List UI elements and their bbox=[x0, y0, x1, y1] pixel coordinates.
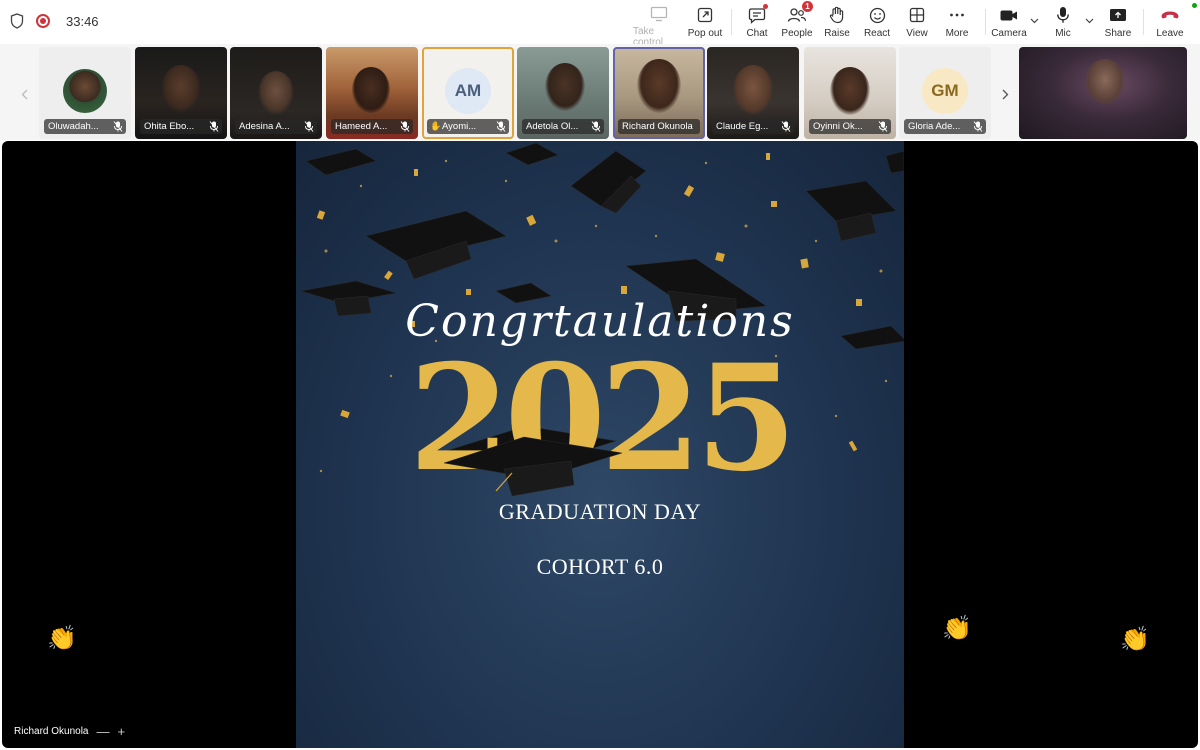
participant-tile[interactable]: Oluwadah... bbox=[39, 47, 131, 139]
mic-off-icon bbox=[400, 121, 410, 132]
raise-hand-icon bbox=[827, 6, 847, 24]
raised-hand-icon: ✋ bbox=[430, 121, 442, 131]
participant-video bbox=[637, 59, 681, 113]
view-grid-icon bbox=[907, 6, 927, 24]
share-label: Share bbox=[1104, 28, 1132, 39]
mic-off-icon bbox=[209, 121, 219, 132]
avatar-initials: GM bbox=[922, 68, 968, 114]
meeting-timer: 33:46 bbox=[66, 13, 99, 29]
meeting-info: 33:46 bbox=[10, 13, 99, 29]
zoom-out-minus-icon[interactable]: — bbox=[96, 724, 109, 739]
react-label: React bbox=[863, 28, 891, 39]
avatar bbox=[63, 69, 107, 113]
presenter-name: Richard Okunola bbox=[14, 726, 89, 737]
chat-unread-dot bbox=[763, 4, 768, 9]
mic-off-icon bbox=[878, 121, 888, 132]
mic-off-icon bbox=[496, 121, 506, 132]
clap-reaction-icon: 👏 bbox=[47, 625, 77, 652]
participant-video bbox=[545, 63, 585, 111]
hang-up-icon bbox=[1160, 6, 1180, 24]
participant-tile[interactable]: Claude Eg... bbox=[707, 47, 799, 139]
mic-off-icon bbox=[304, 121, 314, 132]
take-control-button[interactable]: Take control bbox=[633, 6, 685, 48]
shared-slide: Congrtaulations 2025 GRADUATION DAY COHO… bbox=[296, 141, 904, 748]
self-view-video[interactable] bbox=[1019, 47, 1187, 139]
mic-icon bbox=[1053, 6, 1073, 24]
leave-label: Leave bbox=[1156, 28, 1184, 39]
participant-name: Oluwadah... bbox=[44, 119, 126, 134]
mic-off-icon bbox=[781, 121, 791, 132]
shared-content-stage: Congrtaulations 2025 GRADUATION DAY COHO… bbox=[2, 141, 1198, 748]
mic-button[interactable]: Mic bbox=[1037, 6, 1089, 40]
meeting-toolbar: 33:46 Take control Pop out Chat 1 People… bbox=[0, 0, 1200, 48]
avatar-initials: AM bbox=[445, 68, 491, 114]
self-avatar bbox=[1085, 59, 1125, 105]
strip-prev-chevron-left-icon[interactable] bbox=[13, 50, 35, 138]
slide-year: 2025 bbox=[408, 333, 797, 504]
participant-name: Claude Eg... bbox=[712, 119, 794, 134]
people-label: People bbox=[781, 28, 813, 39]
mic-label: Mic bbox=[1055, 28, 1071, 39]
participant-video bbox=[352, 67, 390, 113]
participant-name: Richard Okunola bbox=[618, 119, 700, 134]
pop-out-label: Pop out bbox=[687, 28, 723, 39]
participant-tile[interactable]: Richard Okunola bbox=[613, 47, 705, 139]
slide-graduation-day: GRADUATION DAY bbox=[498, 499, 702, 524]
participant-video bbox=[161, 65, 201, 113]
participant-strip: Oluwadah... Ohita Ebo... Adesina A... Ha… bbox=[0, 44, 1200, 140]
pop-out-icon bbox=[695, 6, 715, 24]
people-icon: 1 bbox=[787, 1, 813, 24]
more-button[interactable]: More bbox=[931, 6, 983, 40]
mic-off-icon bbox=[973, 121, 983, 132]
more-label: More bbox=[945, 28, 969, 39]
mic-off-icon bbox=[591, 121, 601, 132]
clap-reaction-icon: 👏 bbox=[1120, 626, 1150, 653]
strip-next-chevron-right-icon[interactable] bbox=[994, 50, 1016, 138]
participant-name: Adetola Ol... bbox=[522, 119, 604, 134]
chat-icon bbox=[747, 4, 768, 24]
participant-tile[interactable]: Ohita Ebo... bbox=[135, 47, 227, 139]
participant-video bbox=[733, 65, 773, 115]
participant-name: Hameed A... bbox=[331, 119, 413, 134]
participant-name: ✋ Ayomi... bbox=[427, 119, 509, 134]
participant-tile[interactable]: Oyinni Ok... bbox=[804, 47, 896, 139]
participant-tile[interactable]: Adesina A... bbox=[230, 47, 322, 139]
share-screen-icon bbox=[1108, 6, 1128, 24]
clap-reaction-icon: 👏 bbox=[942, 615, 972, 642]
participant-tile[interactable]: GM Gloria Ade... bbox=[899, 47, 991, 139]
status-dot bbox=[1192, 3, 1197, 8]
participant-name: Adesina A... bbox=[235, 119, 317, 134]
presenter-bar: Richard Okunola — + bbox=[14, 724, 125, 739]
chat-label: Chat bbox=[746, 28, 768, 39]
recording-icon bbox=[36, 14, 50, 28]
view-label: View bbox=[906, 28, 928, 39]
camera-label: Camera bbox=[991, 28, 1027, 39]
smiley-icon bbox=[867, 6, 887, 24]
raise-hand-label: Raise bbox=[824, 28, 850, 39]
leave-button[interactable]: Leave bbox=[1144, 6, 1196, 40]
participant-video bbox=[830, 67, 870, 115]
mic-off-icon bbox=[113, 121, 123, 132]
slide-cohort: COHORT 6.0 bbox=[536, 554, 664, 579]
shield-icon bbox=[10, 13, 24, 29]
camera-button[interactable]: Camera bbox=[983, 6, 1035, 40]
more-dots-icon bbox=[947, 6, 967, 24]
share-button[interactable]: Share bbox=[1092, 6, 1144, 40]
participant-name: Ohita Ebo... bbox=[140, 119, 222, 134]
pop-out-button[interactable]: Pop out bbox=[679, 6, 731, 40]
participant-tile[interactable]: Hameed A... bbox=[326, 47, 418, 139]
participant-name: Gloria Ade... bbox=[904, 119, 986, 134]
camera-icon bbox=[999, 6, 1019, 24]
participant-tile[interactable]: Adetola Ol... bbox=[517, 47, 609, 139]
participant-video bbox=[258, 71, 294, 115]
zoom-in-plus-icon[interactable]: + bbox=[117, 724, 125, 739]
take-control-icon bbox=[649, 6, 669, 22]
participant-name: Oyinni Ok... bbox=[809, 119, 891, 134]
participant-tile[interactable]: AM ✋ Ayomi... bbox=[422, 47, 514, 139]
